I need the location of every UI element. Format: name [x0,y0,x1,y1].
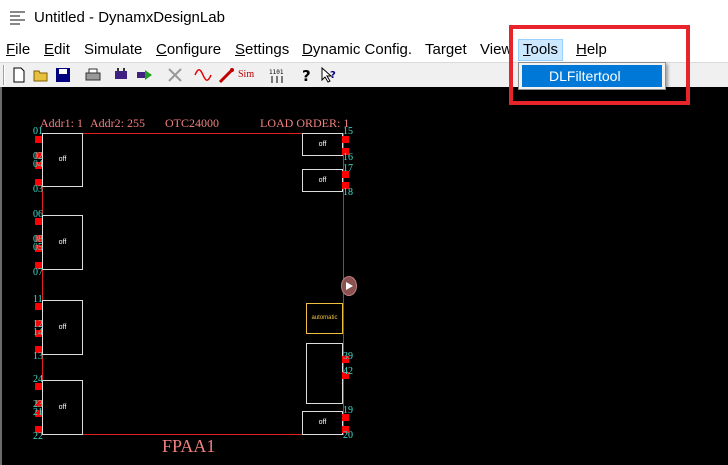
window-title: Untitled - DynamxDesignLab [34,9,225,26]
help-icon[interactable]: ? [298,66,316,84]
svg-text:1101: 1101 [269,69,284,76]
addr2-label: Addr2: 255 [90,116,145,130]
pin-label-24: 24 [33,374,43,385]
pin-label-07: 07 [33,267,43,278]
run-icon[interactable] [136,66,154,84]
app-icon [10,11,25,25]
chip-icon[interactable] [112,66,130,84]
addr1-label: Addr1: 1 [40,116,83,130]
load-order-label: LOAD ORDER: 1 [260,116,350,130]
menu-edit[interactable]: Edit [44,41,70,58]
cab-block-3[interactable]: off [42,300,83,355]
play-arrow-icon [346,282,353,290]
model-label: OTC24000 [165,116,219,130]
pin-label-06: 06 [33,209,43,220]
binary-icon[interactable]: 1101 [268,66,286,84]
pin-label-17: 17 [343,163,353,174]
pin-label-39: 39 [343,351,353,362]
menu-file-accel: F [6,41,16,58]
menu-view-label: View [480,41,513,58]
menu-settings-label: ettings [245,41,290,58]
svg-text:?: ? [330,70,336,81]
cab-block-2[interactable]: off [42,215,83,270]
io-block-19[interactable]: off [302,411,343,435]
pin-label-11: 11 [33,294,43,305]
pin-label-05: 05 [33,242,43,253]
io-block-automatic[interactable]: automatic [306,303,343,334]
pin-label-14: 14 [33,327,43,338]
menu-file[interactable]: File [6,41,30,58]
pin-label-19: 19 [343,405,353,416]
cab-block-4[interactable]: off [42,380,83,435]
context-help-icon[interactable]: ? [320,66,338,84]
pin-label-01: 01 [33,126,43,137]
menu-simulate[interactable]: Simulate [84,41,142,58]
menu-simulate-label: Simulate [84,41,143,58]
menu-edit-label: dit [54,41,70,58]
svg-text:?: ? [302,67,311,84]
canvas-left-border [0,87,2,465]
menu-configure[interactable]: Configure [156,41,221,58]
chip-name-label: FPAA1 [162,436,216,456]
pin-label-22: 22 [33,431,43,442]
delete-icon[interactable] [166,66,184,84]
pin-label-03: 03 [33,184,43,195]
pin-label-16: 16 [343,152,353,163]
menu-configure-label: onfigure [166,41,222,58]
waveform-icon[interactable] [194,66,212,84]
new-file-icon[interactable] [10,66,28,84]
cab-block-1[interactable]: off [42,133,83,187]
menu-settings[interactable]: Settings [235,41,289,58]
print-icon[interactable] [84,66,102,84]
menu-file-label: ile [15,41,31,58]
pin-15[interactable] [342,136,349,143]
toolbar-grip [3,65,5,85]
menu-target-label: Target [425,41,467,58]
pin-label-20: 20 [343,430,353,441]
menu-settings-accel: S [235,41,246,58]
pin-label-21: 21 [33,407,43,418]
pin-01[interactable] [35,136,42,143]
io-block-39[interactable] [306,343,343,404]
highlight-annotation-box [509,25,690,105]
menu-target[interactable]: Target [425,41,467,58]
pin-label-04: 04 [33,159,43,170]
io-block-15[interactable]: off [302,133,343,156]
menu-dynamic-config-accel: D [302,41,313,58]
pin-label-18: 18 [343,187,353,198]
menu-view[interactable]: View [480,41,512,58]
sim-icon[interactable]: Sim [238,66,260,84]
probe-icon[interactable] [218,66,236,84]
pin-label-42: 42 [343,366,353,377]
pin-label-13: 13 [33,351,43,362]
menu-edit-accel: E [44,41,55,58]
open-folder-icon[interactable] [32,66,50,84]
expand-arrow-button[interactable] [341,276,357,296]
menu-dynamic-config-label: ynamic Config. [312,41,413,58]
save-icon[interactable] [54,66,72,84]
menu-configure-accel: C [156,41,167,58]
pin-label-15: 15 [343,126,353,137]
io-block-17[interactable]: off [302,169,343,192]
menu-dynamic-config[interactable]: Dynamic Config. [302,41,412,58]
fpaa-chip[interactable] [42,133,344,435]
